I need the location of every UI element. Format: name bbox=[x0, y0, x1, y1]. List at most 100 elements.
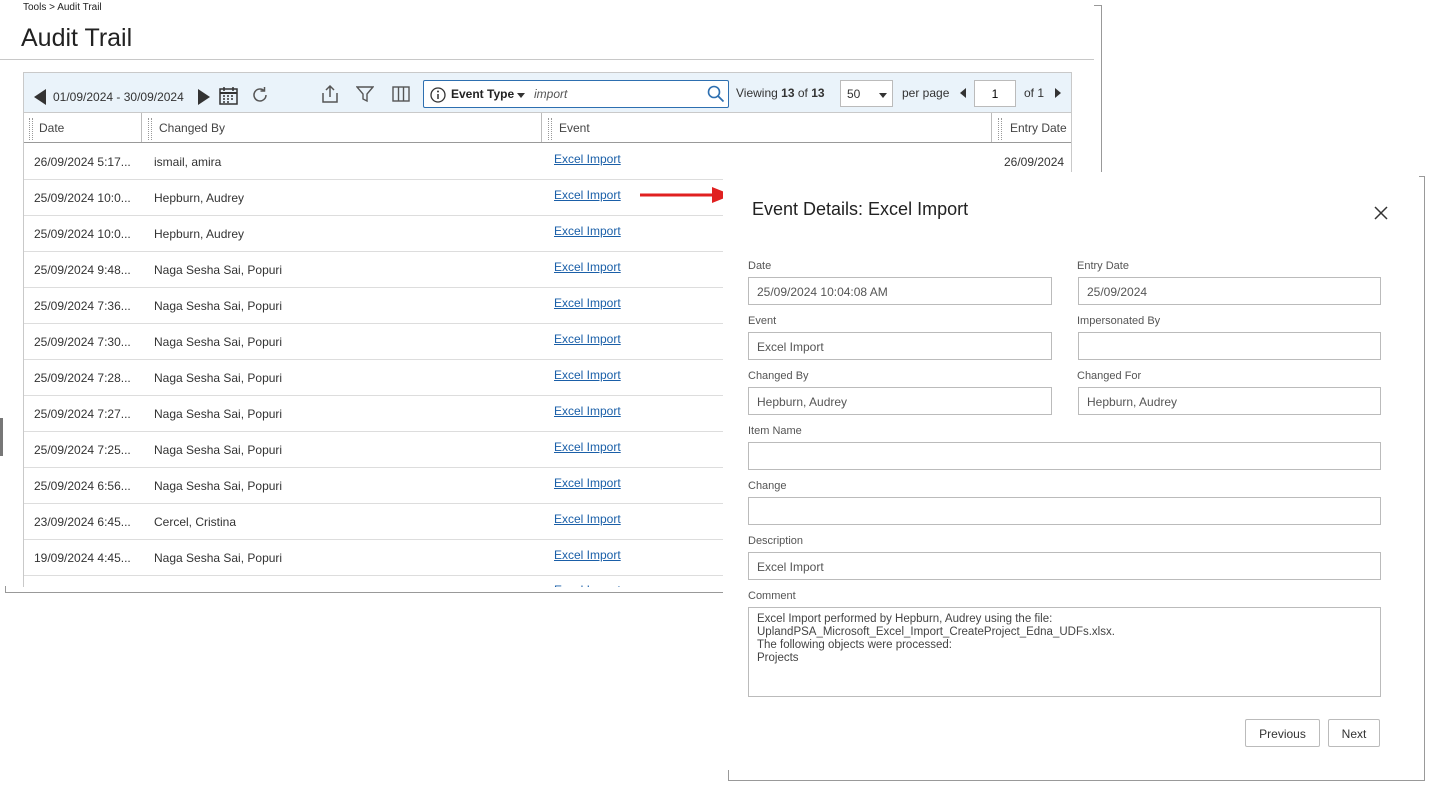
event-link[interactable]: Excel Import bbox=[554, 260, 621, 274]
arrow-annotation-icon bbox=[640, 187, 732, 203]
grid-toolbar: 01/09/2024 - 30/09/2024 Event Type impor… bbox=[24, 73, 1071, 113]
changed-by-cell: Naga Sesha Sai, Popuri bbox=[154, 299, 283, 313]
column-header-changed-by[interactable]: Changed By bbox=[159, 113, 225, 142]
column-header-date[interactable]: Date bbox=[39, 113, 64, 142]
columns-icon[interactable] bbox=[392, 85, 410, 103]
event-link[interactable]: Excel Import bbox=[554, 296, 621, 310]
dialog-title: Event Details: Excel Import bbox=[752, 199, 969, 219]
chevron-down-icon[interactable] bbox=[517, 93, 525, 98]
frame-line bbox=[1424, 177, 1425, 781]
date-cell: 23/09/2024 6:45... bbox=[34, 515, 131, 529]
search-field-type[interactable]: Event Type bbox=[451, 87, 514, 101]
filter-icon[interactable] bbox=[356, 85, 374, 103]
item-name-field[interactable] bbox=[748, 442, 1381, 470]
impersonated-by-label: Impersonated By bbox=[1077, 315, 1161, 327]
search-input[interactable] bbox=[532, 85, 702, 103]
changed-by-cell: Naga Sesha Sai, Popuri bbox=[154, 551, 283, 565]
previous-button[interactable]: Previous bbox=[1245, 719, 1320, 747]
calendar-icon[interactable] bbox=[219, 86, 238, 105]
event-link[interactable]: Excel Import bbox=[554, 332, 621, 346]
total-pages: of 1 bbox=[1024, 86, 1045, 100]
changed-by-field[interactable]: Hepburn, Audrey bbox=[748, 387, 1052, 415]
page-title: Audit Trail bbox=[21, 24, 133, 52]
comment-field[interactable]: Excel Import performed by Hepburn, Audre… bbox=[748, 607, 1381, 697]
column-grip[interactable] bbox=[998, 118, 1002, 140]
viewing-summary: Viewing 13 of 13 bbox=[736, 86, 825, 100]
per-page-select[interactable]: 50 bbox=[840, 80, 893, 107]
per-page-value: 50 bbox=[847, 87, 861, 101]
viewing-label: Viewing bbox=[736, 86, 778, 100]
changed-by-label: Changed By bbox=[748, 370, 809, 382]
description-label: Description bbox=[748, 535, 804, 547]
column-grip[interactable] bbox=[29, 118, 33, 140]
column-header-event[interactable]: Event bbox=[559, 113, 590, 142]
event-link[interactable]: Excel Import bbox=[554, 404, 621, 418]
changed-by-cell: Hepburn, Audrey bbox=[154, 191, 245, 205]
entry-date-label: Entry Date bbox=[1077, 260, 1129, 272]
next-button[interactable]: Next bbox=[1328, 719, 1380, 747]
change-field[interactable] bbox=[748, 497, 1381, 525]
event-link[interactable]: Excel Import bbox=[554, 512, 621, 526]
scroll-marker bbox=[0, 418, 3, 456]
refresh-icon[interactable] bbox=[250, 85, 270, 105]
export-icon[interactable] bbox=[320, 84, 340, 104]
event-link[interactable]: Excel Import bbox=[554, 224, 621, 238]
date-cell: 25/09/2024 7:27... bbox=[34, 407, 131, 421]
changed-by-cell: Naga Sesha Sai, Popuri bbox=[154, 263, 283, 277]
column-separator[interactable] bbox=[991, 113, 992, 142]
event-link[interactable]: Excel Import bbox=[554, 548, 621, 562]
date-cell: 25/09/2024 7:36... bbox=[34, 299, 131, 313]
description-field[interactable]: Excel Import bbox=[748, 552, 1381, 580]
event-link[interactable]: Excel Import bbox=[554, 476, 621, 490]
change-label: Change bbox=[748, 480, 787, 492]
date-cell: 25/09/2024 7:25... bbox=[34, 443, 131, 457]
event-link[interactable]: Excel Import bbox=[554, 440, 621, 454]
changed-by-cell: Naga Sesha Sai, Popuri bbox=[154, 335, 283, 349]
column-grip[interactable] bbox=[548, 118, 552, 140]
changed-for-label: Changed For bbox=[1077, 370, 1142, 382]
column-grip[interactable] bbox=[148, 118, 152, 140]
entry-date-field[interactable]: 25/09/2024 bbox=[1078, 277, 1381, 305]
date-cell: 25/09/2024 7:30... bbox=[34, 335, 131, 349]
date-cell: 25/09/2024 6:56... bbox=[34, 479, 131, 493]
frame-line bbox=[728, 770, 729, 781]
entry-date-cell: 26/09/2024 bbox=[1004, 155, 1065, 169]
viewing-total: 13 bbox=[811, 86, 825, 100]
date-cell: 25/09/2024 9:48... bbox=[34, 263, 131, 277]
impersonated-by-field[interactable] bbox=[1078, 332, 1381, 360]
changed-for-field[interactable]: Hepburn, Audrey bbox=[1078, 387, 1381, 415]
next-period-button[interactable] bbox=[198, 89, 210, 105]
comment-label: Comment bbox=[748, 590, 796, 602]
previous-period-button[interactable] bbox=[34, 89, 46, 105]
date-cell: 25/09/2024 10:0... bbox=[34, 227, 131, 241]
breadcrumb: Tools > Audit Trail bbox=[23, 2, 102, 13]
event-search-box[interactable]: Event Type bbox=[423, 80, 729, 108]
page-number-input[interactable] bbox=[974, 80, 1016, 107]
previous-page-button[interactable] bbox=[960, 88, 966, 98]
event-link[interactable]: Excel Import bbox=[554, 188, 621, 202]
column-separator[interactable] bbox=[141, 113, 142, 142]
date-cell: 26/09/2024 5:17... bbox=[34, 155, 131, 169]
event-label: Event bbox=[748, 315, 777, 327]
changed-by-cell: Naga Sesha Sai, Popuri bbox=[154, 371, 283, 385]
item-name-label: Item Name bbox=[748, 425, 802, 437]
changed-by-cell: Naga Sesha Sai, Popuri bbox=[154, 407, 283, 421]
event-link[interactable]: Excel Import bbox=[554, 368, 621, 382]
column-header-entry-date[interactable]: Entry Date bbox=[1010, 113, 1067, 142]
changed-by-cell: ismail, amira bbox=[154, 155, 222, 169]
grid-header: Date Changed By Event Entry Date bbox=[24, 113, 1071, 143]
viewing-count: 13 bbox=[781, 86, 795, 100]
date-field[interactable]: 25/09/2024 10:04:08 AM bbox=[748, 277, 1052, 305]
close-icon[interactable] bbox=[1373, 205, 1389, 221]
column-separator[interactable] bbox=[541, 113, 542, 142]
search-icon[interactable] bbox=[707, 85, 725, 103]
changed-by-cell: Cercel, Cristina bbox=[154, 515, 237, 529]
event-field[interactable]: Excel Import bbox=[748, 332, 1052, 360]
frame-line bbox=[5, 592, 723, 593]
event-link[interactable]: Excel Import bbox=[554, 152, 621, 166]
info-icon bbox=[430, 87, 446, 103]
next-page-button[interactable] bbox=[1055, 88, 1061, 98]
event-link[interactable]: Excel Import bbox=[554, 583, 621, 587]
changed-by-cell: Naga Sesha Sai, Popuri bbox=[154, 443, 283, 457]
date-range-label[interactable]: 01/09/2024 - 30/09/2024 bbox=[53, 90, 184, 104]
